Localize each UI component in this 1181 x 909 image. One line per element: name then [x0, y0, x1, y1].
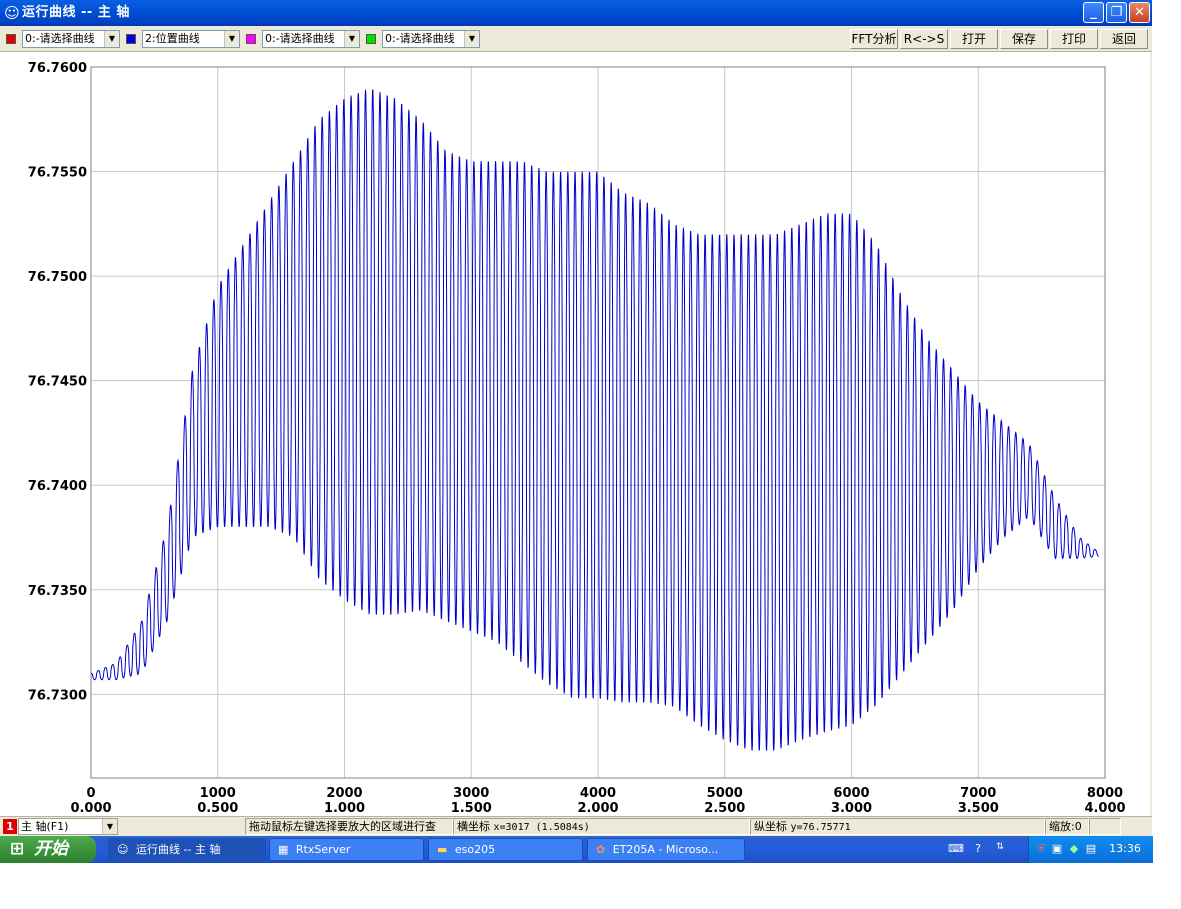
channel-3-color-swatch [246, 34, 256, 44]
toolbar: 0:-请选择曲线 ▼ 2:位置曲线 ▼ 0:-请选择曲线 ▼ 0:-请选择曲线 … [0, 27, 1152, 52]
network-icon[interactable]: ▣ [1050, 842, 1064, 856]
windows-logo-icon: ⊞ [10, 839, 25, 859]
y-tick-label: 76.7400 [28, 479, 87, 494]
channel-1-color-swatch [6, 34, 16, 44]
monitor-icon[interactable]: ▤ [1084, 842, 1098, 856]
print-button[interactable]: 打印 [1050, 29, 1098, 49]
restore-button[interactable]: ❐ [1106, 2, 1127, 23]
taskbar-item-label: ET205A - Microso... [612, 843, 719, 856]
channel-3-select[interactable]: 0:-请选择曲线 ▼ [262, 30, 360, 48]
taskbar-item-label: eso205 [454, 843, 496, 856]
status-empty-cell [1089, 818, 1121, 835]
app-icon: ☺ [4, 4, 20, 22]
x-tick-label-seconds: 0.000 [70, 801, 111, 816]
y-coordinate-value: y=76.75771 [790, 822, 851, 833]
status-bar: 1 主 轴(F1) ▼ 拖动鼠标左键选择要放大的区域进行查 横坐标 x=3017… [0, 816, 1152, 837]
folder-icon: ▬ [437, 843, 448, 856]
server-icon: ▦ [278, 843, 289, 856]
help-icon[interactable]: ? [970, 842, 986, 856]
x-tick-label-seconds: 4.000 [1084, 801, 1125, 816]
x-tick-label-samples: 8000 [1087, 786, 1123, 801]
x-tick-label-samples: 7000 [960, 786, 996, 801]
x-tick-label-seconds: 2.000 [577, 801, 618, 816]
security-shield-icon[interactable]: ⛨ [1034, 842, 1048, 856]
rs-switch-button[interactable]: R<->S [900, 29, 948, 49]
x-axis-ticks: 00.000 10000.500 20001.000 30001.500 40002.0… [70, 786, 1125, 816]
x-tick-label-seconds: 2.500 [704, 801, 745, 816]
y-coordinate-readout: 纵坐标 y=76.75771 [750, 818, 1045, 835]
x-tick-label-samples: 0 [86, 786, 95, 801]
axis-number-badge: 1 [3, 819, 17, 834]
minimize-button[interactable]: _ [1083, 2, 1104, 23]
close-button[interactable]: ✕ [1129, 2, 1150, 23]
app-icon: ✿ [596, 843, 606, 856]
channel-4-value: 0:-请选择曲线 [385, 32, 455, 45]
window-title: 运行曲线 -- 主 轴 [22, 5, 130, 20]
y-tick-label: 76.7300 [28, 688, 87, 703]
start-button[interactable]: ⊞ 开始 [0, 836, 96, 863]
x-tick-label-samples: 2000 [326, 786, 362, 801]
y-tick-label: 76.7450 [28, 375, 87, 390]
x-tick-label-samples: 5000 [707, 786, 743, 801]
y-tick-label: 76.7350 [28, 584, 87, 599]
y-coordinate-label: 纵坐标 [754, 820, 787, 833]
zoom-hint-text: 拖动鼠标左键选择要放大的区域进行查 [245, 818, 453, 835]
zoom-level: 缩放:0 [1045, 818, 1089, 835]
system-tray: ⛨ ▣ ◆ ▤ 13:36 [1028, 836, 1153, 863]
chevron-down-icon: ▼ [344, 31, 359, 47]
app-tray-icon[interactable]: ◆ [1067, 842, 1081, 856]
x-coordinate-value: x=3017 (1.5084s) [493, 822, 590, 833]
taskbar-item-et205a[interactable]: ✿ ET205A - Microso... [587, 838, 745, 861]
taskbar-item-label: RtxServer [295, 843, 351, 856]
taskbar-item-label: 运行曲线 -- 主 轴 [135, 843, 221, 856]
app-icon: ☺ [117, 843, 129, 856]
x-tick-label-samples: 4000 [580, 786, 616, 801]
y-tick-label: 76.7550 [28, 166, 87, 181]
taskbar-item-rtxserver[interactable]: ▦ RtxServer [269, 838, 424, 861]
position-curve-chart[interactable]: 76.7600 76.7550 76.7500 76.7450 76.7400 76.73… [0, 52, 1150, 816]
series-group [91, 89, 1099, 751]
channel-1-value: 0:-请选择曲线 [25, 32, 95, 45]
y-tick-label: 76.7500 [28, 270, 87, 285]
back-button[interactable]: 返回 [1100, 29, 1148, 49]
x-coordinate-label: 横坐标 [457, 820, 490, 833]
chart-grid [91, 66, 1105, 778]
keyboard-icon[interactable]: ⌨ [948, 842, 964, 856]
taskbar-item-eso205[interactable]: ▬ eso205 [428, 838, 583, 861]
x-tick-label-seconds: 3.500 [958, 801, 999, 816]
x-tick-label-samples: 3000 [453, 786, 489, 801]
channel-2-value: 2:位置曲线 [145, 32, 200, 45]
save-button[interactable]: 保存 [1000, 29, 1048, 49]
chevron-down-icon: ▼ [224, 31, 239, 47]
channel-4-color-swatch [366, 34, 376, 44]
open-button[interactable]: 打开 [950, 29, 998, 49]
x-tick-label-samples: 1000 [200, 786, 236, 801]
chart-panel[interactable]: 76.7600 76.7550 76.7500 76.7450 76.7400 76.73… [0, 52, 1150, 816]
x-tick-label-seconds: 3.000 [831, 801, 872, 816]
chevron-down-icon: ▼ [464, 31, 479, 47]
chevron-down-icon: ▼ [104, 31, 119, 47]
axis-select-value: 主 轴(F1) [21, 820, 69, 833]
taskbar-item-run-curve[interactable]: ☺ 运行曲线 -- 主 轴 [108, 838, 266, 861]
channel-4-select[interactable]: 0:-请选择曲线 ▼ [382, 30, 480, 48]
x-tick-label-seconds: 1.000 [324, 801, 365, 816]
x-tick-label-samples: 6000 [833, 786, 869, 801]
x-tick-label-seconds: 1.500 [451, 801, 492, 816]
x-coordinate-readout: 横坐标 x=3017 (1.5084s) [453, 818, 750, 835]
channel-1-select[interactable]: 0:-请选择曲线 ▼ [22, 30, 120, 48]
channel-3-value: 0:-请选择曲线 [265, 32, 335, 45]
channel-2-select[interactable]: 2:位置曲线 ▼ [142, 30, 240, 48]
y-tick-label: 76.7600 [28, 61, 87, 76]
title-bar[interactable]: ☺ 运行曲线 -- 主 轴 _ ❐ ✕ [0, 0, 1152, 26]
start-label: 开始 [34, 839, 68, 859]
position-curve-line [91, 89, 1099, 751]
clock: 13:36 [1109, 842, 1141, 855]
chevron-down-icon: ▼ [102, 819, 117, 834]
y-axis-ticks: 76.7600 76.7550 76.7500 76.7450 76.7400 76.73… [28, 61, 87, 703]
x-tick-label-seconds: 0.500 [197, 801, 238, 816]
language-bar-icon[interactable]: ⇅ [994, 840, 1006, 854]
channel-2-color-swatch [126, 34, 136, 44]
fft-analysis-button[interactable]: FFT分析 [850, 29, 898, 49]
axis-select[interactable]: 主 轴(F1) ▼ [18, 818, 118, 835]
